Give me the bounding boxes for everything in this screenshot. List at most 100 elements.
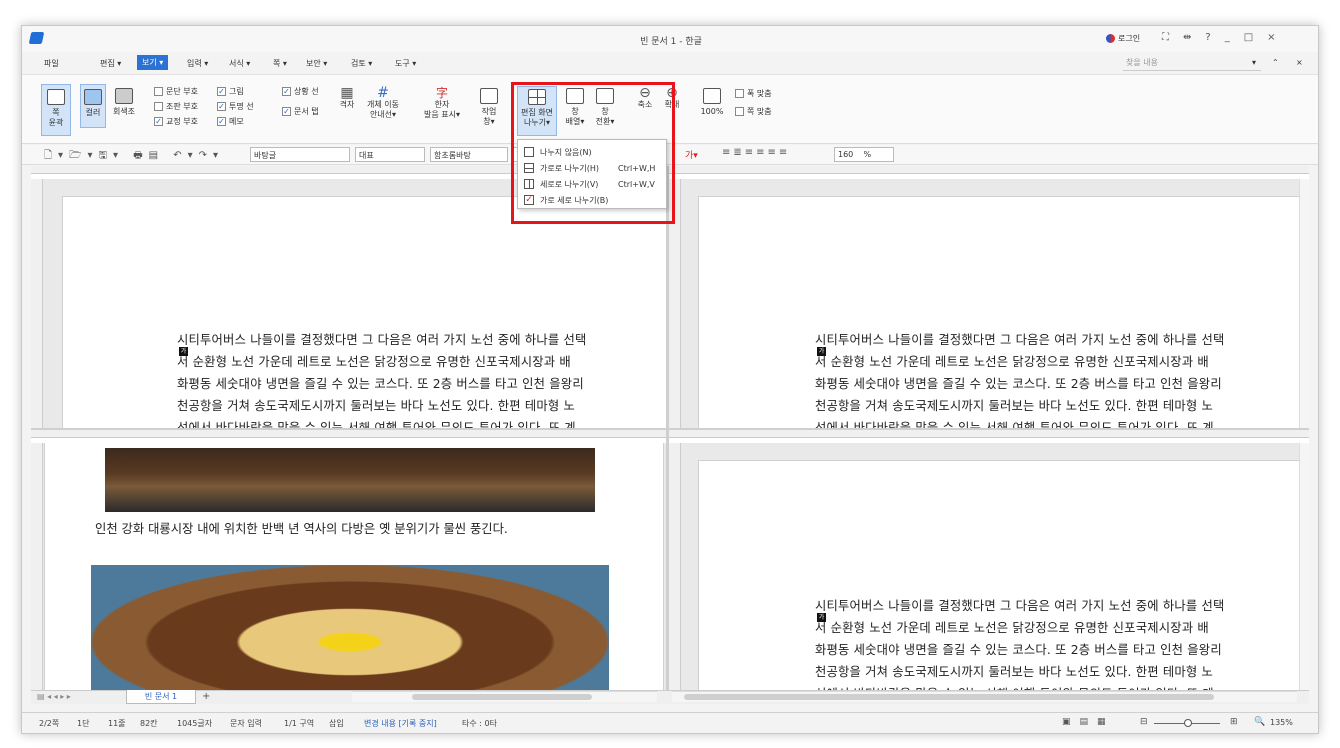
hanja-icon: 字	[435, 86, 448, 100]
status-line: 11줄	[108, 719, 126, 728]
minimize-button[interactable]: _	[1225, 32, 1230, 43]
status-line-checkbox[interactable]: ✓ 상황 선	[282, 86, 319, 97]
search-dropdown-icon[interactable]: ▾	[1252, 58, 1256, 67]
layout-mark-checkbox[interactable]: 조판 부호	[154, 101, 198, 112]
align-icons[interactable]: ≡≣≡≡≡≡	[722, 147, 790, 158]
account-icon	[1106, 34, 1115, 43]
horizontal-ruler	[669, 166, 1309, 179]
menu-tools[interactable]: 도구 ▾	[395, 58, 416, 69]
paragraph: 시티투어버스 나들이를 결정했다면 그 다음은 여러 가지 노선 중에 하나를 …	[815, 333, 1225, 428]
collapse-ribbon-icon[interactable]: ⌃	[1272, 58, 1279, 67]
zoom-100-icon	[703, 88, 721, 104]
zoom-slider-thumb[interactable]	[1184, 719, 1192, 727]
guide-grid-icon: #	[377, 85, 389, 101]
vertical-scrollbar[interactable]	[1299, 179, 1309, 428]
status-col: 82칸	[140, 719, 158, 728]
photo-caption: 인천 강화 대룡시장 내에 위치한 반백 년 역사의 다방은 옛 분위기가 물씬…	[95, 522, 508, 536]
fit-width-button[interactable]: 폭 맞춤	[735, 88, 772, 99]
maximize-button[interactable]: □	[1244, 32, 1253, 43]
menu-security[interactable]: 보안 ▾	[306, 58, 327, 69]
zoom-in-small-icon[interactable]: ⊞	[1230, 717, 1238, 727]
horizontal-splitter[interactable]	[31, 428, 1309, 430]
find-input[interactable]: 찾을 내용	[1123, 57, 1261, 71]
view-mode-icons[interactable]: ▣▤▦	[1062, 717, 1115, 727]
menu-page[interactable]: 쪽 ▾	[273, 58, 287, 69]
horizontal-ruler	[31, 430, 666, 443]
tab-nav-icons[interactable]: ▤ ◂ ◂ ▸ ▸	[37, 692, 71, 701]
zoom-select[interactable]: 160 %	[834, 147, 894, 162]
work-pane-icon	[480, 88, 498, 104]
check-icon: ✓	[282, 107, 291, 116]
move-icon[interactable]: ⇹	[1183, 32, 1191, 43]
checkbox-box	[154, 87, 163, 96]
zoom-out-small-icon[interactable]: ⊟	[1140, 717, 1148, 727]
window-controls: ⛶ ⇹ ? _ □ ×	[1162, 32, 1276, 43]
menu-edit[interactable]: 편집 ▾	[100, 58, 121, 69]
check-icon: ✓	[217, 117, 226, 126]
horizontal-scrollbar-right[interactable]	[672, 691, 1297, 702]
document-page[interactable]: 가 시티투어버스 나들이를 결정했다면 그 다음은 여러 가지 노선 중에 하나…	[698, 196, 1309, 428]
split-pane-bottom-left: 인천 강화 대룡시장 내에 위치한 반백 년 역사의 다방은 옛 분위기가 물씬…	[31, 430, 666, 690]
status-bar	[22, 712, 1318, 733]
status-typing: 타수 : 0타	[462, 719, 497, 728]
split-pane-top-right: 가 시티투어버스 나들이를 결정했다면 그 다음은 여러 가지 노선 중에 하나…	[669, 166, 1309, 428]
horizontal-scrollbar-left[interactable]	[352, 691, 657, 702]
menu-insert[interactable]: 입력 ▾	[187, 58, 208, 69]
transparent-line-checkbox[interactable]: ✓ 투명 선	[217, 101, 254, 112]
login-button[interactable]: 로그인	[1106, 33, 1140, 44]
fit-page-button[interactable]: 쪽 맞춤	[735, 106, 772, 117]
zoom-100-button[interactable]: 100%	[698, 88, 726, 117]
status-insert[interactable]: 삽입	[329, 718, 344, 729]
paragraph: 시티투어버스 나들이를 결정했다면 그 다음은 여러 가지 노선 중에 하나를 …	[815, 599, 1225, 690]
paragraph-mark-checkbox[interactable]: 문단 부호	[154, 86, 198, 97]
font-type-select[interactable]: 대표	[355, 147, 425, 162]
check-icon: ✓	[282, 87, 291, 96]
close-button[interactable]: ×	[1267, 32, 1275, 43]
vertical-scrollbar[interactable]	[1299, 443, 1309, 690]
grid-icon: ▦	[340, 85, 354, 101]
status-chars: 1045글자	[177, 719, 213, 728]
close-doc-icon[interactable]: ×	[1296, 58, 1303, 67]
split-pane-bottom-right: 가 시티투어버스 나들이를 결정했다면 그 다음은 여러 가지 노선 중에 하나…	[669, 430, 1309, 690]
work-pane-button[interactable]: 작업 창▾	[476, 88, 502, 127]
picture-checkbox[interactable]: ✓ 그림	[217, 86, 254, 97]
check-icon: ✓	[154, 117, 163, 126]
font-color-icon[interactable]: 가▾	[685, 148, 698, 161]
color-view-button[interactable]: 컬러	[80, 84, 106, 128]
menu-view[interactable]: 보기 ▾	[137, 55, 169, 70]
font-select[interactable]: 함초롬바탕	[430, 147, 508, 162]
color-view-icon	[84, 89, 102, 105]
add-tab-button[interactable]: +	[202, 691, 210, 702]
grid-button[interactable]: ▦ 격자	[338, 85, 356, 110]
document-page[interactable]: 인천 강화 대룡시장 내에 위치한 반백 년 역사의 다방은 옛 분위기가 물씬…	[44, 443, 664, 690]
app-window: 빈 문서 1 - 한글 로그인 ⛶ ⇹ ? _ □ × 파일 편집 ▾ 보기 ▾…	[21, 25, 1319, 734]
menu-file[interactable]: 파일	[44, 58, 59, 69]
market-photo	[105, 448, 595, 512]
doc-tab-checkbox[interactable]: ✓ 문서 탭	[282, 106, 319, 117]
food-photo	[91, 565, 609, 690]
status-checkbox-group: ✓ 상황 선 ✓ 문서 탭	[282, 86, 319, 117]
guide-button[interactable]: # 개체 이동 안내선▾	[363, 85, 403, 120]
grayscale-button[interactable]: 회색조	[110, 88, 138, 128]
status-area: 1/1 구역	[284, 719, 315, 728]
document-page[interactable]: 가 시티투어버스 나들이를 결정했다면 그 다음은 여러 가지 노선 중에 하나…	[62, 196, 666, 428]
fullscreen-icon[interactable]: ⛶	[1162, 32, 1169, 43]
help-icon[interactable]: ?	[1205, 32, 1210, 43]
zoom-search-icon[interactable]: 🔍	[1254, 717, 1265, 727]
checkbox-box	[154, 102, 163, 111]
menu-format[interactable]: 서식 ▾	[229, 58, 250, 69]
proof-mark-checkbox[interactable]: ✓ 교정 부호	[154, 116, 198, 127]
status-zoom[interactable]: 135%	[1270, 718, 1293, 727]
style-select[interactable]: 바탕글	[250, 147, 350, 162]
highlight-box	[511, 82, 675, 224]
track-changes-status[interactable]: 변경 내용 [기록 중지]	[364, 718, 437, 729]
page-outline-button[interactable]: 쪽 윤곽	[41, 84, 71, 136]
quick-access-icons[interactable]: 🗋▾🗁▾🖫▾ 🖶▤ ↶▾↷▾	[44, 148, 224, 165]
menu-review[interactable]: 검토 ▾	[351, 58, 372, 69]
fit-page-icon	[735, 107, 744, 116]
hanja-button[interactable]: 字 한자 발음 표시▾	[420, 86, 464, 120]
tab-document[interactable]: 빈 문서 1	[126, 690, 196, 704]
document-page[interactable]: 가 시티투어버스 나들이를 결정했다면 그 다음은 여러 가지 노선 중에 하나…	[698, 460, 1309, 690]
status-pages: 2/2쪽	[39, 719, 60, 728]
memo-checkbox[interactable]: ✓ 메모	[217, 116, 254, 127]
